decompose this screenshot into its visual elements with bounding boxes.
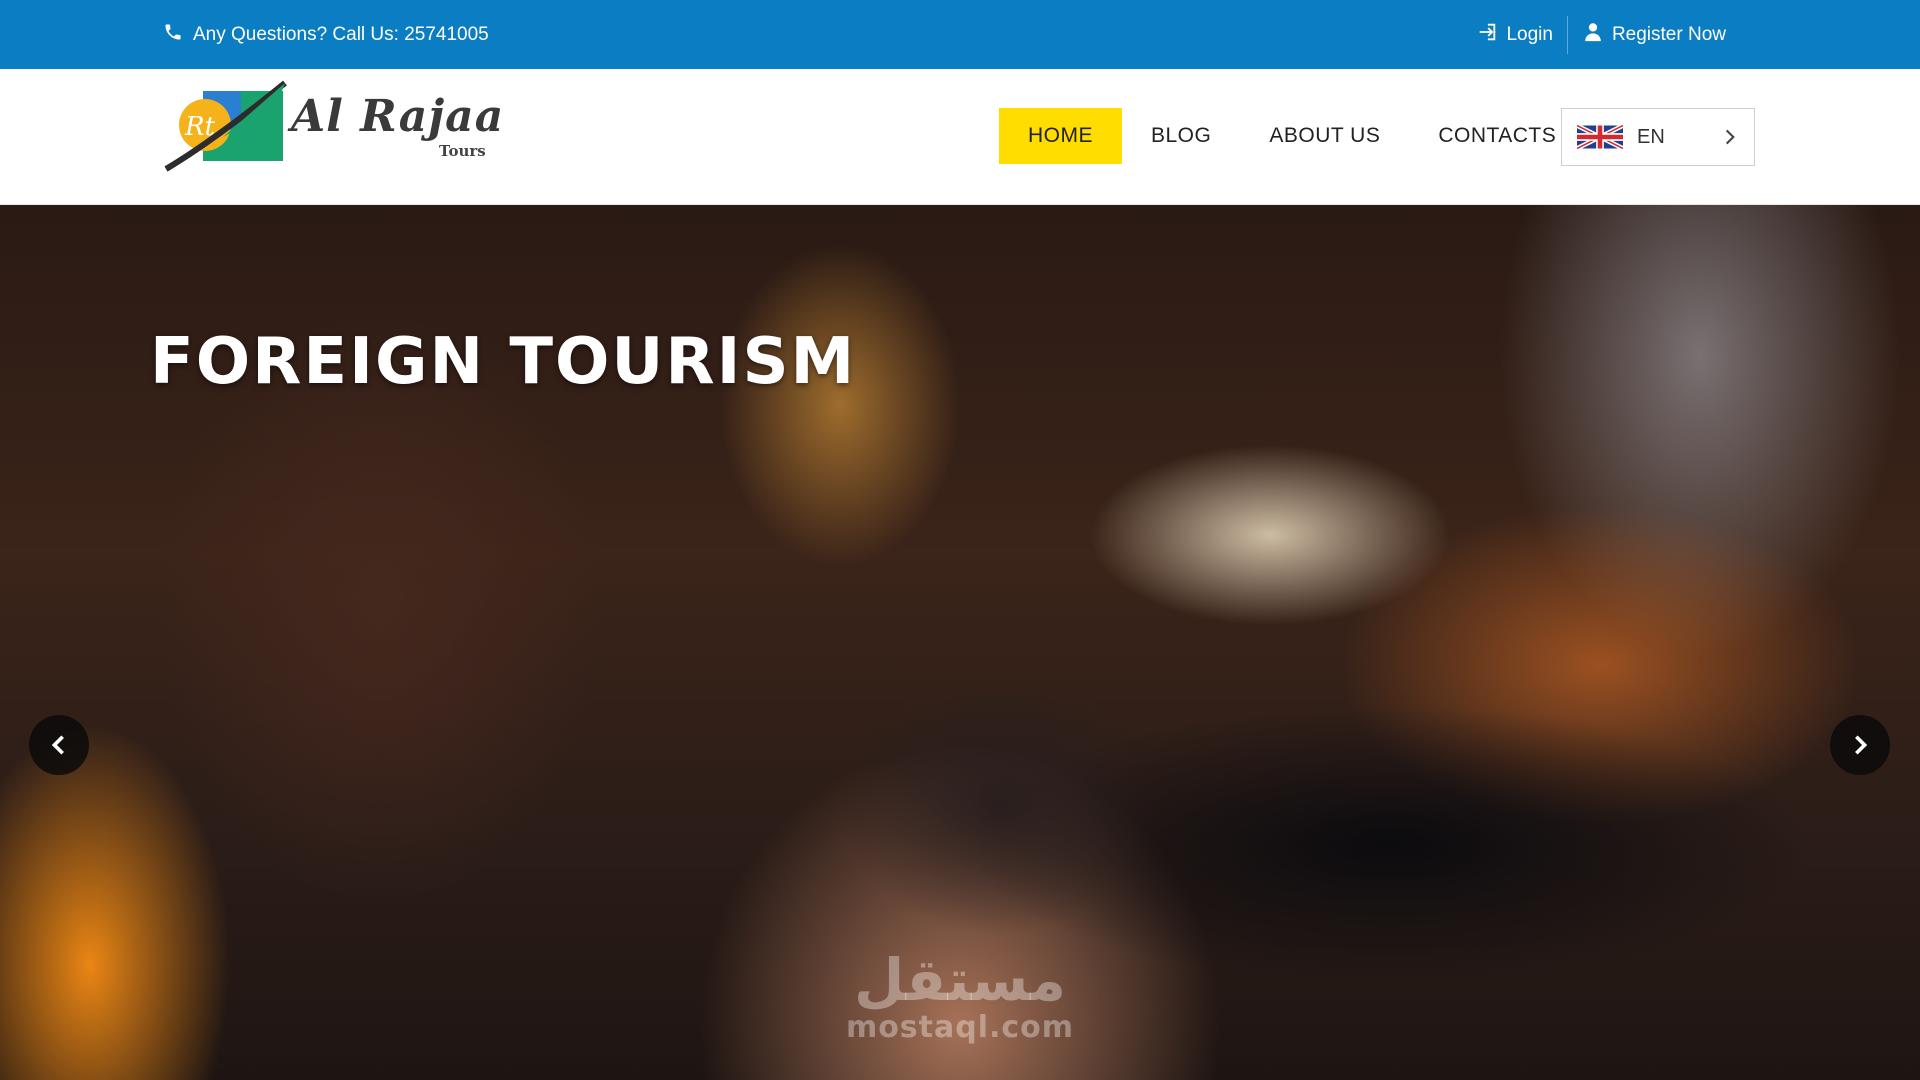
svg-text:Rt: Rt: [184, 112, 216, 142]
chevron-right-icon: [1725, 129, 1735, 145]
language-code: EN: [1637, 125, 1665, 148]
hero-slider: FOREIGN TOURISM مستقل mostaql.com: [0, 205, 1920, 1080]
user-icon: [1582, 21, 1604, 49]
nav-contacts[interactable]: CONTACTS: [1409, 108, 1585, 164]
main-header: Rt Al Rajaa Tours HOME BLOG ABOUT US CON…: [0, 69, 1920, 205]
nav-about-us[interactable]: ABOUT US: [1240, 108, 1409, 164]
phone-icon: [163, 22, 183, 48]
hero-title: FOREIGN TOURISM: [150, 325, 857, 399]
logo-brand-name: Al Rajaa: [291, 91, 505, 142]
register-label: Register Now: [1611, 23, 1726, 45]
phone-text: Any Questions? Call Us: 25741005: [193, 23, 489, 45]
sign-in-icon: [1476, 21, 1498, 49]
uk-flag-icon: [1577, 123, 1623, 151]
main-nav: HOME BLOG ABOUT US CONTACTS: [999, 108, 1585, 164]
auth-links: Login Register Now: [1462, 0, 1740, 69]
logo-brand-sub: Tours: [439, 142, 486, 160]
nav-home[interactable]: HOME: [999, 108, 1122, 164]
language-selector[interactable]: EN: [1561, 108, 1755, 166]
top-bar: Any Questions? Call Us: 25741005 Login R…: [0, 0, 1920, 69]
site-logo[interactable]: Rt Al Rajaa Tours: [163, 77, 503, 177]
watermark-latin: mostaql.com: [845, 1010, 1075, 1045]
contact-phone: Any Questions? Call Us: 25741005: [163, 0, 489, 69]
watermark-arabic: مستقل: [853, 946, 1067, 1014]
login-link[interactable]: Login: [1462, 21, 1567, 49]
register-link[interactable]: Register Now: [1568, 21, 1740, 49]
nav-blog[interactable]: BLOG: [1122, 108, 1240, 164]
slider-prev-button[interactable]: [29, 715, 89, 775]
slider-next-button[interactable]: [1830, 715, 1890, 775]
watermark: مستقل mostaql.com: [845, 950, 1075, 1045]
logo-mark-icon: Rt: [164, 80, 287, 172]
chevron-right-icon: [1855, 735, 1868, 755]
chevron-left-icon: [51, 735, 64, 755]
login-label: Login: [1506, 23, 1553, 45]
